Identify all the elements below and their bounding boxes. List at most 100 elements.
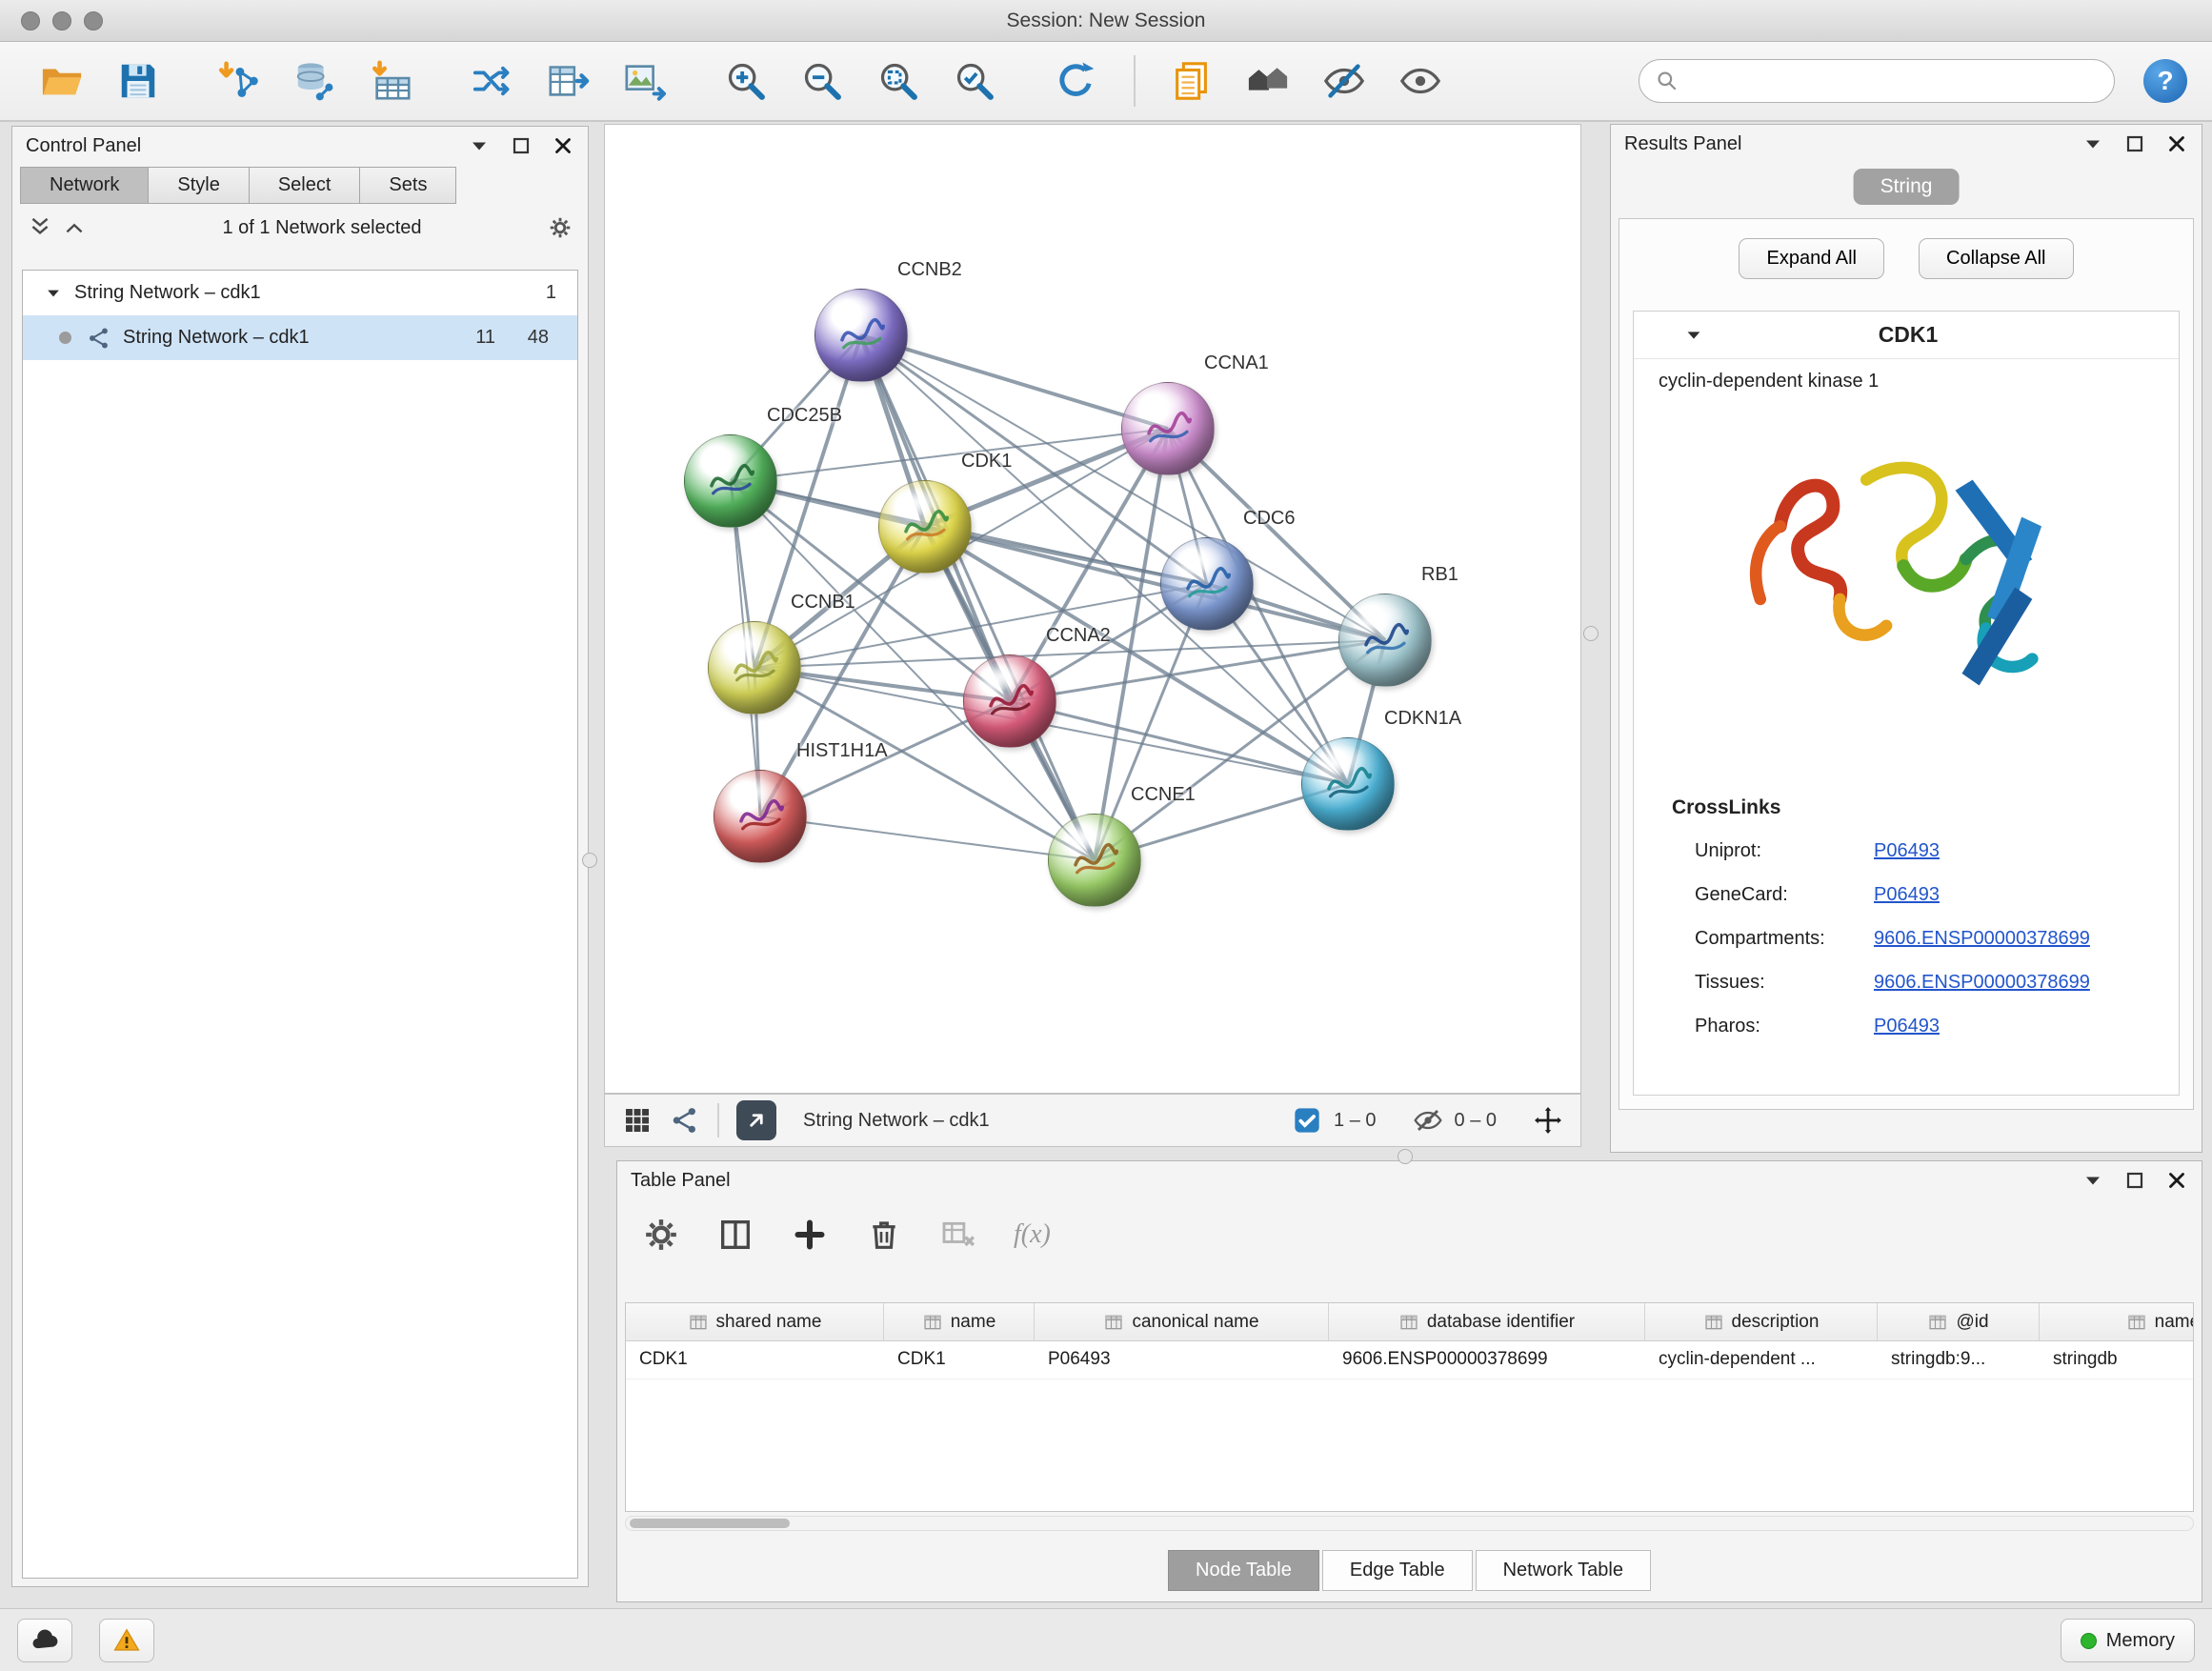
table-cell[interactable]: cyclin-dependent ...	[1645, 1341, 1878, 1379]
tab-string[interactable]: String	[1854, 169, 1960, 205]
zoom-out-button[interactable]	[794, 51, 850, 111]
network-view-canvas[interactable]: CCNB2CCNA1CDC25BCDK1CDC6RB1CCNB1CCNA2CDK…	[604, 124, 1581, 1094]
network-node-RB1[interactable]	[1338, 594, 1432, 687]
tab-node-table[interactable]: Node Table	[1168, 1550, 1319, 1591]
expand-all-button[interactable]: Expand All	[1739, 238, 1884, 279]
crosslink-value-link[interactable]: 9606.ENSP00000378699	[1874, 972, 2090, 994]
zoom-in-button[interactable]	[718, 51, 774, 111]
save-session-button[interactable]	[111, 51, 166, 111]
show-graphics-details-button[interactable]	[1393, 51, 1448, 111]
export-table-button[interactable]	[541, 51, 596, 111]
table-cell[interactable]: stringdb:9...	[1878, 1341, 2040, 1379]
function-builder-button[interactable]: f(x)	[1014, 1219, 1051, 1250]
table-horizontal-scrollbar[interactable]	[625, 1516, 2194, 1531]
collapse-panel-icon[interactable]	[2081, 1169, 2104, 1192]
collapse-panel-icon[interactable]	[2081, 132, 2104, 155]
table-settings-gear-icon[interactable]	[642, 1216, 680, 1254]
network-node-CCNA2[interactable]	[963, 654, 1056, 748]
home-layout-button[interactable]	[1240, 51, 1296, 111]
cloud-services-button[interactable]	[17, 1619, 72, 1662]
hidden-elements-eye-icon[interactable]	[1413, 1105, 1443, 1136]
export-image-button[interactable]	[617, 51, 673, 111]
refresh-network-button[interactable]	[1048, 51, 1103, 111]
zoom-selected-region-button[interactable]	[947, 51, 1002, 111]
show-columns-icon[interactable]	[716, 1216, 754, 1254]
table-cell[interactable]: 9606.ENSP00000378699	[1329, 1341, 1645, 1379]
network-edge[interactable]	[760, 816, 1095, 860]
network-edge[interactable]	[861, 335, 1095, 860]
network-node-CCNA1[interactable]	[1121, 382, 1215, 475]
network-node-CDC25B[interactable]	[684, 434, 777, 528]
network-node-CDC6[interactable]	[1160, 537, 1254, 631]
column-header[interactable]: namespac	[2040, 1303, 2194, 1340]
column-header[interactable]: canonical name	[1035, 1303, 1329, 1340]
import-table-from-file-button[interactable]	[364, 51, 419, 111]
gene-collapse-icon[interactable]	[1683, 325, 1704, 346]
tab-network-table[interactable]: Network Table	[1476, 1550, 1651, 1591]
fit-content-crosshair-icon[interactable]	[1533, 1105, 1563, 1136]
search-input[interactable]	[1687, 70, 2099, 92]
column-header[interactable]: name	[884, 1303, 1035, 1340]
float-panel-icon[interactable]	[2123, 132, 2146, 155]
collapse-all-button[interactable]: Collapse All	[1919, 238, 2074, 279]
close-window-button[interactable]	[21, 11, 40, 30]
open-session-button[interactable]	[34, 51, 90, 111]
network-node-CCNB1[interactable]	[708, 621, 801, 715]
table-row[interactable]: CDK1CDK1P064939606.ENSP00000378699cyclin…	[626, 1341, 2193, 1379]
network-options-gear-icon[interactable]	[548, 215, 573, 240]
tab-network[interactable]: Network	[20, 167, 149, 204]
column-header[interactable]: description	[1645, 1303, 1878, 1340]
column-header[interactable]: shared name	[626, 1303, 884, 1340]
network-node-CCNE1[interactable]	[1048, 814, 1141, 907]
column-header[interactable]: database identifier	[1329, 1303, 1645, 1340]
collapse-all-networks-icon[interactable]	[28, 215, 52, 240]
float-panel-icon[interactable]	[2123, 1169, 2146, 1192]
add-column-icon[interactable]	[791, 1216, 829, 1254]
close-panel-icon[interactable]	[2165, 1169, 2188, 1192]
hide-annotations-button[interactable]	[1317, 51, 1372, 111]
tree-expand-icon[interactable]	[44, 284, 63, 303]
expand-all-networks-icon[interactable]	[62, 215, 87, 240]
birds-eye-view-icon[interactable]	[622, 1105, 653, 1136]
close-panel-icon[interactable]	[2165, 132, 2188, 155]
network-row-selected[interactable]: String Network – cdk1 11 48	[23, 315, 577, 360]
help-button[interactable]: ?	[2143, 59, 2187, 103]
minimize-window-button[interactable]	[52, 11, 71, 30]
import-network-from-file-button[interactable]	[211, 51, 267, 111]
crosslink-value-link[interactable]: 9606.ENSP00000378699	[1874, 928, 2090, 950]
panel-resize-handle-bottom[interactable]	[1398, 1149, 1413, 1164]
memory-button[interactable]: Memory	[2061, 1619, 2195, 1662]
delete-column-icon[interactable]	[865, 1216, 903, 1254]
network-node-CDKN1A[interactable]	[1301, 737, 1395, 831]
table-cell[interactable]: stringdb	[2040, 1341, 2194, 1379]
column-header[interactable]: @id	[1878, 1303, 2040, 1340]
panel-resize-handle-left[interactable]	[582, 853, 597, 868]
crosslink-value-link[interactable]: P06493	[1874, 840, 1940, 862]
crosslink-value-link[interactable]: P06493	[1874, 1016, 1940, 1037]
tab-sets[interactable]: Sets	[360, 167, 456, 204]
copy-style-button[interactable]	[1164, 51, 1219, 111]
network-collection-row[interactable]: String Network – cdk1 1	[23, 271, 577, 315]
network-overview-icon[interactable]	[670, 1105, 700, 1136]
collapse-panel-icon[interactable]	[468, 134, 491, 157]
maximize-window-button[interactable]	[84, 11, 103, 30]
panel-resize-handle-right[interactable]	[1583, 626, 1599, 641]
crosslink-value-link[interactable]: P06493	[1874, 884, 1940, 906]
tab-style[interactable]: Style	[149, 167, 249, 204]
network-node-HIST1H1A[interactable]	[714, 770, 807, 863]
network-analyzer-button[interactable]	[465, 51, 520, 111]
table-cell[interactable]: CDK1	[626, 1341, 884, 1379]
close-panel-icon[interactable]	[552, 134, 574, 157]
warnings-button[interactable]	[99, 1619, 154, 1662]
tab-edge-table[interactable]: Edge Table	[1322, 1550, 1473, 1591]
float-panel-icon[interactable]	[510, 134, 533, 157]
network-node-CDK1[interactable]	[878, 480, 972, 574]
network-edge[interactable]	[861, 335, 1168, 429]
search-box[interactable]	[1639, 59, 2115, 103]
table-cell[interactable]: P06493	[1035, 1341, 1329, 1379]
table-cell[interactable]: CDK1	[884, 1341, 1035, 1379]
open-in-new-window-button[interactable]	[736, 1100, 776, 1140]
selected-elements-checkbox-icon[interactable]	[1292, 1105, 1322, 1136]
network-node-CCNB2[interactable]	[814, 289, 908, 382]
scrollbar-thumb[interactable]	[630, 1519, 790, 1528]
